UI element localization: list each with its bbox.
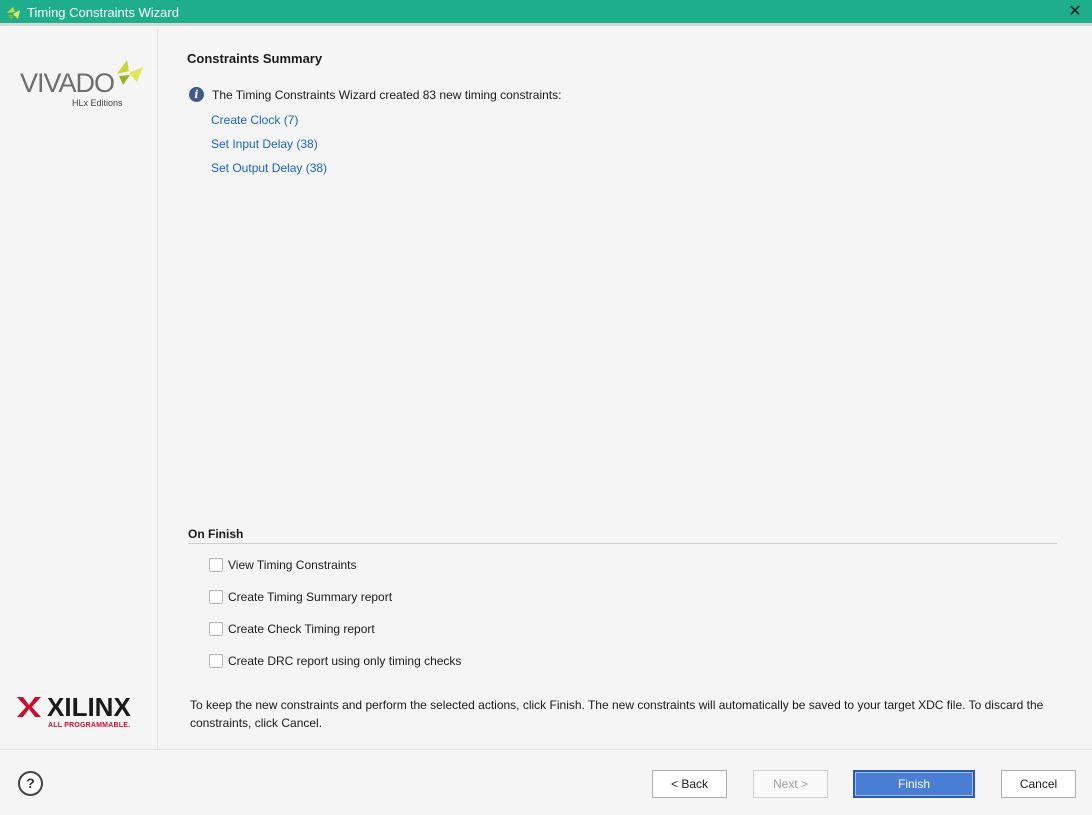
sidebar: VIVADO HLx Editions XILINX ALL PROGRAMMA… <box>0 29 158 749</box>
vivado-app-icon <box>7 7 20 20</box>
option-label: View Timing Constraints <box>228 558 357 572</box>
finish-instructions: To keep the new constraints and perform … <box>190 698 1044 730</box>
create-clock-link[interactable]: Create Clock (7) <box>211 113 298 127</box>
finish-button[interactable]: Finish <box>853 770 975 798</box>
view-timing-constraints-checkbox[interactable] <box>209 558 223 572</box>
option-label: Create DRC report using only timing chec… <box>228 654 462 668</box>
title-bar: Timing Constraints Wizard ✕ <box>0 0 1092 26</box>
page-title: Constraints Summary <box>187 51 323 66</box>
on-finish-heading: On Finish <box>188 527 244 541</box>
vivado-logo-text: VIVADO <box>20 68 115 98</box>
option-label: Create Check Timing report <box>228 622 375 636</box>
drc-report-checkbox[interactable] <box>209 654 223 668</box>
main-panel: Constraints Summary i The Timing Constra… <box>159 29 1092 749</box>
xilinx-mark-icon <box>17 697 41 717</box>
on-finish-divider <box>188 543 1057 544</box>
vivado-leaf-icon <box>117 60 143 85</box>
window-title: Timing Constraints Wizard <box>27 5 179 20</box>
next-button[interactable]: Next > <box>753 770 828 798</box>
cancel-button[interactable]: Cancel <box>1001 770 1076 798</box>
vivado-logo-subtitle: HLx Editions <box>72 98 123 108</box>
xilinx-logo-text: XILINX <box>47 692 131 722</box>
close-icon[interactable]: ✕ <box>1066 3 1084 21</box>
info-icon: i <box>189 87 204 102</box>
set-output-delay-link[interactable]: Set Output Delay (38) <box>211 161 327 175</box>
info-text: The Timing Constraints Wizard created 83… <box>212 88 562 102</box>
check-timing-report-checkbox[interactable] <box>209 622 223 636</box>
button-bar: ? < Back Next > Finish Cancel <box>0 749 1092 815</box>
xilinx-logo: XILINX ALL PROGRAMMABLE. <box>17 692 137 739</box>
back-button[interactable]: < Back <box>652 770 727 798</box>
option-label: Create Timing Summary report <box>228 590 393 604</box>
xilinx-logo-subtitle: ALL PROGRAMMABLE. <box>48 722 131 729</box>
set-input-delay-link[interactable]: Set Input Delay (38) <box>211 137 318 151</box>
help-icon[interactable]: ? <box>18 771 43 796</box>
timing-summary-report-checkbox[interactable] <box>209 590 223 604</box>
vivado-logo: VIVADO HLx Editions <box>20 58 145 110</box>
